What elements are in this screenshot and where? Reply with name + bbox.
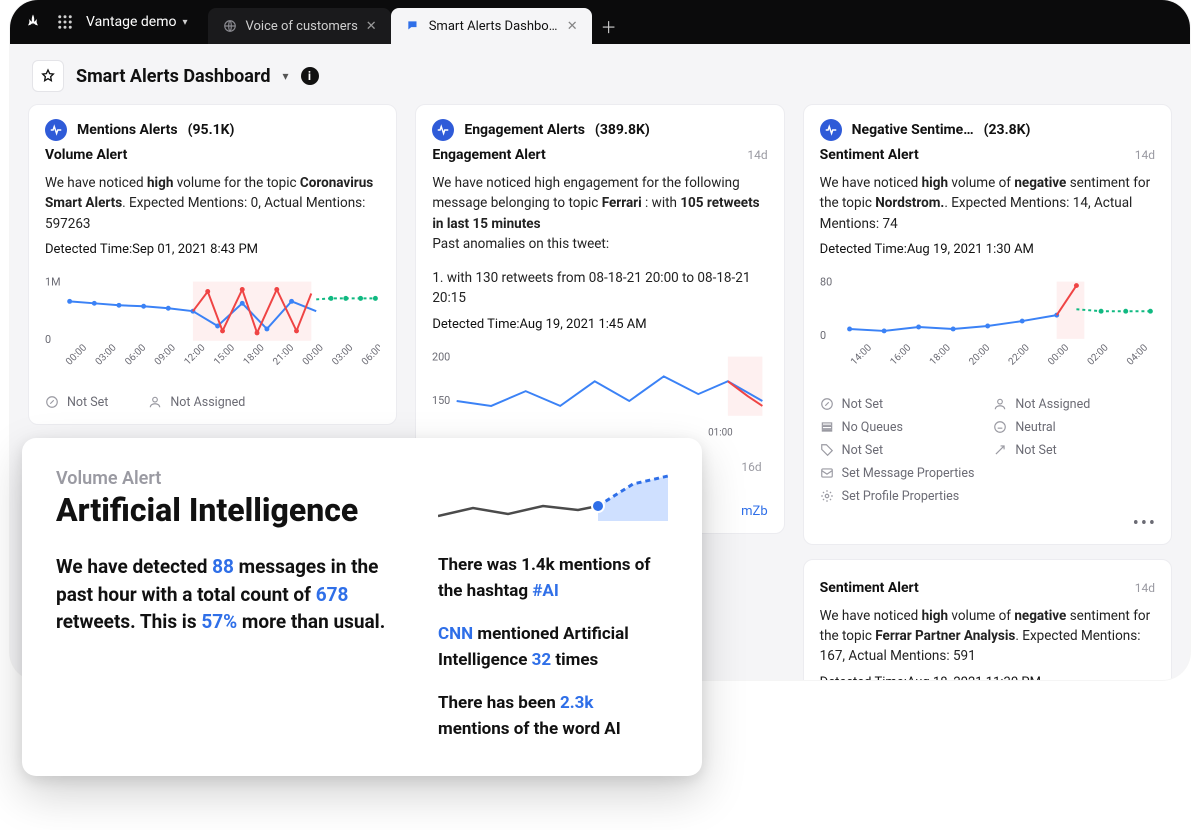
alert-body: We have noticed high volume of negative … xyxy=(820,606,1155,667)
alert-title: Sentiment Alert xyxy=(820,147,919,163)
page-menu-button[interactable]: ▾ xyxy=(282,69,288,83)
alert-body: We have noticed high volume of negative … xyxy=(820,173,1155,234)
tab-label: Voice of customers xyxy=(246,19,358,34)
chevron-down-icon: ▾ xyxy=(182,17,187,28)
alert-title: Engagement Alert xyxy=(432,147,545,163)
svg-text:22:00: 22:00 xyxy=(1006,342,1031,367)
column-sentiment: Negative Sentime… (23.8K) Sentiment Aler… xyxy=(803,104,1172,680)
pulse-icon xyxy=(432,119,454,141)
alert-title: Sentiment Alert xyxy=(820,580,919,596)
svg-text:12:00: 12:00 xyxy=(182,342,207,367)
tab-voice-of-customers[interactable]: Voice of customers ✕ xyxy=(208,8,391,44)
svg-text:06:00: 06:00 xyxy=(360,342,380,367)
sentiment-card-1: Negative Sentime… (23.8K) Sentiment Aler… xyxy=(803,104,1172,545)
chat-icon xyxy=(405,18,421,34)
alert-age-secondary: 16d xyxy=(741,460,761,474)
pulse-icon xyxy=(820,119,842,141)
detected-time: Detected Time:Sep 01, 2021 8:43 PM xyxy=(45,242,380,257)
close-icon[interactable]: ✕ xyxy=(366,19,377,34)
svg-text:00:00: 00:00 xyxy=(64,342,89,367)
column-title: Negative Sentime… xyxy=(852,122,974,138)
topbar: Vantage demo ▾ Voice of customers ✕ Smar… xyxy=(10,0,1190,44)
detected-time: Detected Time:Aug 19, 2021 1:45 AM xyxy=(432,317,767,332)
globe-icon xyxy=(222,18,238,34)
svg-text:150: 150 xyxy=(432,393,450,406)
svg-text:06:00: 06:00 xyxy=(123,342,148,367)
workspace-name: Vantage demo xyxy=(86,14,176,30)
column-header-card: Mentions Alerts (95.1K) Volume Alert We … xyxy=(28,104,397,425)
app-launcher-icon[interactable] xyxy=(56,13,74,31)
popup-sparkline xyxy=(438,466,668,538)
more-button[interactable]: ••• xyxy=(1133,513,1157,534)
meta-status[interactable]: Not Set xyxy=(820,397,982,412)
popup-summary: We have detected 88 messages in the past… xyxy=(56,553,398,742)
alert-age: 14d xyxy=(1135,581,1155,595)
tab-label: Smart Alerts Dashboard xyxy=(429,19,559,34)
column-count: (23.8K) xyxy=(984,122,1031,138)
meta-profile-props[interactable]: Set Profile Properties xyxy=(820,489,1155,504)
tab-smart-alerts-dashboard[interactable]: Smart Alerts Dashboard ✕ xyxy=(391,8,592,44)
svg-text:80: 80 xyxy=(820,275,832,288)
svg-text:21:00: 21:00 xyxy=(271,342,296,367)
short-link[interactable]: mZb xyxy=(741,504,768,519)
sentiment-chart: 80 0 14:00 16:00 18:00 20:00 xyxy=(820,271,1155,385)
alert-title: Volume Alert xyxy=(45,147,127,163)
meta-tags[interactable]: Not Set xyxy=(820,443,982,458)
meta-message-props[interactable]: Set Message Properties xyxy=(820,466,1155,481)
svg-text:00:00: 00:00 xyxy=(1046,342,1071,367)
svg-text:09:00: 09:00 xyxy=(153,342,178,367)
svg-text:16:00: 16:00 xyxy=(888,342,913,367)
meta-assignee[interactable]: Not Assigned xyxy=(993,397,1155,412)
new-tab-button[interactable]: ＋ xyxy=(592,8,626,44)
column-title: Mentions Alerts xyxy=(77,122,178,138)
brand-logo-icon xyxy=(22,11,44,33)
alert-body: We have noticed high engagement for the … xyxy=(432,173,767,254)
svg-text:200: 200 xyxy=(432,350,450,363)
mentions-chart: 1M 0 00:00 03:00 06:00 09:00 xyxy=(45,271,380,385)
svg-text:15:00: 15:00 xyxy=(212,342,237,367)
alert-age: 14d xyxy=(1135,148,1155,162)
meta-grid: Not Set Not Assigned No Queues Neutral N… xyxy=(820,397,1155,504)
close-icon[interactable]: ✕ xyxy=(567,19,578,34)
page-title: Smart Alerts Dashboard xyxy=(76,66,270,87)
alert-detail-popup: Volume Alert Artificial Intelligence We … xyxy=(22,438,702,776)
favorite-button[interactable] xyxy=(32,60,64,92)
svg-text:04:00: 04:00 xyxy=(1125,342,1150,367)
svg-text:18:00: 18:00 xyxy=(242,342,267,367)
anomaly-item: 1. with 130 retweets from 08-18-21 20:00… xyxy=(432,268,767,309)
svg-text:18:00: 18:00 xyxy=(927,342,952,367)
popup-highlights: There was 1.4k mentions of the hashtag #… xyxy=(438,553,668,742)
tabbar: Voice of customers ✕ Smart Alerts Dashbo… xyxy=(208,0,626,44)
column-count: (389.8K) xyxy=(595,122,650,138)
svg-text:01:00: 01:00 xyxy=(708,427,733,438)
meta-campaign[interactable]: Not Set xyxy=(993,443,1155,458)
svg-text:0: 0 xyxy=(820,329,826,342)
meta-assignee[interactable]: Not Assigned xyxy=(148,395,245,410)
detected-time: Detected Time:Aug 18, 2021 11:30 PM xyxy=(820,675,1155,681)
sentiment-card-2: Sentiment Alert 14d We have noticed high… xyxy=(803,559,1172,680)
workspace-switcher[interactable]: Vantage demo ▾ xyxy=(86,14,188,30)
alert-age: 14d xyxy=(747,148,767,162)
svg-text:02:00: 02:00 xyxy=(1085,342,1110,367)
alert-body: We have noticed high volume for the topi… xyxy=(45,173,380,234)
svg-text:20:00: 20:00 xyxy=(967,342,992,367)
column-count: (95.1K) xyxy=(188,122,235,138)
page-header: Smart Alerts Dashboard ▾ i xyxy=(10,44,1190,104)
meta-queues[interactable]: No Queues xyxy=(820,420,982,435)
svg-text:03:00: 03:00 xyxy=(94,342,119,367)
info-button[interactable]: i xyxy=(301,67,319,85)
meta-status[interactable]: Not Set xyxy=(45,395,108,410)
svg-text:14:00: 14:00 xyxy=(849,342,874,367)
pulse-icon xyxy=(45,119,67,141)
svg-text:03:00: 03:00 xyxy=(330,342,355,367)
svg-text:00:00: 00:00 xyxy=(301,342,326,367)
svg-text:0: 0 xyxy=(45,333,51,346)
meta-sentiment[interactable]: Neutral xyxy=(993,420,1155,435)
column-title: Engagement Alerts xyxy=(464,122,585,138)
svg-text:1M: 1M xyxy=(45,275,61,288)
detected-time: Detected Time:Aug 19, 2021 1:30 AM xyxy=(820,242,1155,257)
